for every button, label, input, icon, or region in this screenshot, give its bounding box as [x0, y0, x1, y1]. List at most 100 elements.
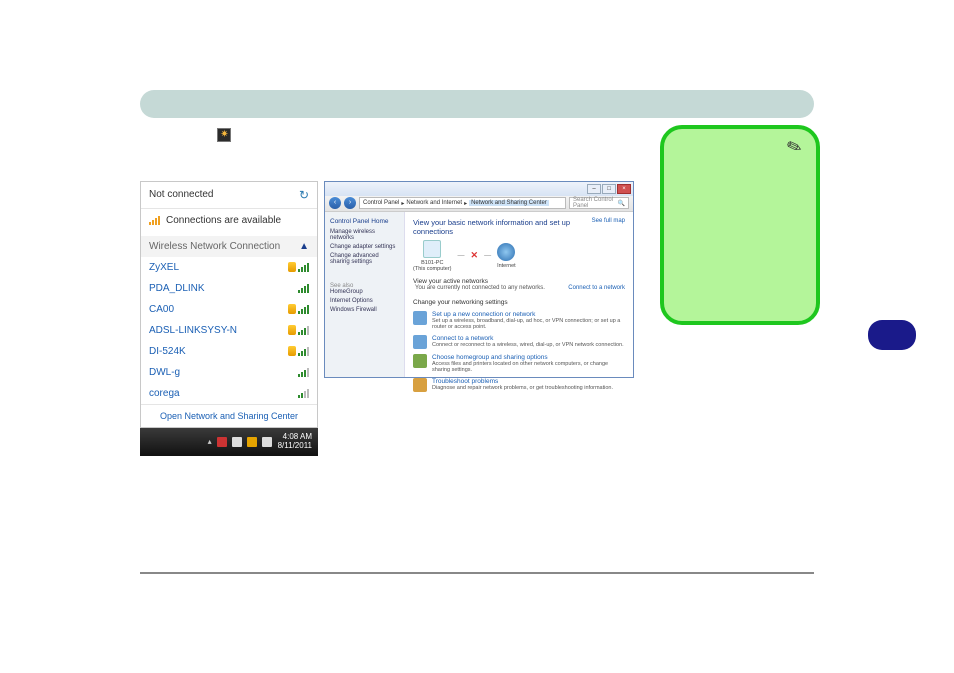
signal-icon	[298, 388, 309, 398]
flyout-status: Not connected	[149, 189, 214, 200]
address-bar-row: ‹ › Control Panel ▸ Network and Internet…	[325, 196, 633, 212]
refresh-icon[interactable]: ↻	[299, 188, 309, 202]
search-placeholder: Search Control Panel	[573, 197, 616, 209]
see-full-map-link[interactable]: See full map	[592, 218, 625, 224]
troubleshoot-icon	[413, 378, 427, 392]
maximize-button[interactable]: □	[602, 184, 616, 194]
signal-icon	[298, 304, 309, 314]
section-banner	[140, 90, 814, 118]
link-desc: Diagnose and repair network problems, or…	[432, 385, 613, 391]
map-dash: —	[484, 252, 491, 259]
signal-bars-icon	[149, 215, 160, 225]
link-title: Troubleshoot problems	[432, 378, 613, 385]
homegroup-icon	[413, 354, 427, 368]
troubleshoot-option[interactable]: Troubleshoot problemsDiagnose and repair…	[413, 378, 625, 392]
control-panel-main: See full map View your basic network inf…	[405, 212, 633, 377]
active-networks-head: View your active networks	[413, 278, 625, 285]
network-item[interactable]: CA00	[141, 299, 317, 320]
chevron-up-icon: ▲	[299, 241, 309, 252]
battery-icon[interactable]	[232, 437, 242, 447]
signal-icon	[298, 325, 309, 335]
lock-icon	[288, 325, 296, 335]
network-name: DWL-g	[149, 367, 180, 378]
network-item[interactable]: DI-524K	[141, 341, 317, 362]
signal-icon	[298, 262, 309, 272]
control-panel-sidebar: Control Panel Home Manage wireless netwo…	[325, 212, 405, 377]
search-input[interactable]: Search Control Panel 🔍	[569, 197, 629, 209]
pc-sublabel: (This computer)	[413, 266, 452, 272]
network-icon[interactable]	[247, 437, 257, 447]
network-item[interactable]: PDA_DLINK	[141, 278, 317, 299]
breadcrumb-segment: Network and Internet	[406, 200, 462, 206]
map-dash: —	[458, 252, 465, 259]
lock-icon	[288, 304, 296, 314]
signal-icon	[298, 346, 309, 356]
breadcrumb-segment-active: Network and Sharing Center	[469, 200, 549, 206]
connections-available: Connections are available	[141, 209, 317, 236]
taskbar: ▴ 4:08 AM 8/11/2011	[140, 428, 318, 456]
close-button[interactable]: ×	[617, 184, 631, 194]
footer-divider	[140, 572, 814, 574]
network-item[interactable]: corega	[141, 383, 317, 404]
signal-icon	[298, 367, 309, 377]
sidebar-link-sharing-settings[interactable]: Change advanced sharing settings	[330, 253, 399, 265]
network-sharing-center-window: – □ × ‹ › Control Panel ▸ Network and In…	[324, 181, 634, 378]
see-also-homegroup[interactable]: HomeGroup	[330, 289, 399, 295]
wireless-section-label: Wireless Network Connection	[149, 241, 280, 252]
pen-icon: ✎	[784, 135, 805, 160]
link-desc: Access files and printers located on oth…	[432, 361, 625, 373]
breadcrumb-sep: ▸	[401, 200, 404, 207]
action-center-icon[interactable]	[217, 437, 227, 447]
network-map: B101-PC (This computer) — ✕ — Internet	[413, 240, 625, 272]
connect-network-option[interactable]: Connect to a networkConnect or reconnect…	[413, 335, 625, 349]
change-settings-head: Change your networking settings	[413, 299, 625, 306]
available-label: Connections are available	[166, 215, 281, 226]
instr-suffix: ) in the notification area and click Ope…	[236, 129, 570, 141]
setup-connection-link[interactable]: Set up a new connection or networkSet up…	[413, 311, 625, 330]
homegroup-option[interactable]: Choose homegroup and sharing optionsAcce…	[413, 354, 625, 373]
window-titlebar: – □ ×	[325, 182, 633, 196]
network-name: ADSL-LINKSYSY-N	[149, 325, 237, 336]
wireless-section-header[interactable]: Wireless Network Connection ▲	[141, 236, 317, 257]
side-tab	[868, 320, 916, 350]
open-network-sharing-link[interactable]: Open Network and Sharing Center	[141, 404, 317, 427]
wireless-flyout: Not connected ↻ Connections are availabl…	[140, 181, 318, 428]
breadcrumb-segment: Control Panel	[363, 200, 399, 206]
connect-icon	[413, 335, 427, 349]
network-tray-star-icon	[217, 128, 231, 142]
clock-date: 8/11/2011	[278, 442, 312, 451]
sidebar-link-adapter-settings[interactable]: Change adapter settings	[330, 244, 399, 250]
see-also-internet-options[interactable]: Internet Options	[330, 298, 399, 304]
disconnected-x-icon: ✕	[471, 250, 479, 261]
sidebar-home-link[interactable]: Control Panel Home	[330, 218, 399, 225]
lock-icon	[288, 346, 296, 356]
signal-icon	[298, 283, 309, 293]
system-tray: ▴	[208, 437, 272, 447]
network-item[interactable]: ADSL-LINKSYSY-N	[141, 320, 317, 341]
link-desc: Connect or reconnect to a wireless, wire…	[432, 342, 624, 348]
lock-icon	[288, 262, 296, 272]
link-title: Set up a new connection or network	[432, 311, 625, 318]
network-item[interactable]: DWL-g	[141, 362, 317, 383]
sidebar-link-manage-wireless[interactable]: Manage wireless networks	[330, 229, 399, 241]
minimize-button[interactable]: –	[587, 184, 601, 194]
see-also-firewall[interactable]: Windows Firewall	[330, 307, 399, 313]
internet-globe-icon	[497, 243, 515, 261]
network-name: corega	[149, 388, 180, 399]
this-pc-icon	[423, 240, 441, 258]
network-name: ZyXEL	[149, 262, 179, 273]
connect-network-link[interactable]: Connect to a network	[568, 285, 625, 291]
link-title: Connect to a network	[432, 335, 624, 342]
setup-icon	[413, 311, 427, 325]
search-icon: 🔍	[618, 200, 625, 207]
forward-button[interactable]: ›	[344, 197, 356, 209]
volume-icon[interactable]	[262, 437, 272, 447]
back-button[interactable]: ‹	[329, 197, 341, 209]
network-name: CA00	[149, 304, 174, 315]
taskbar-clock[interactable]: 4:08 AM 8/11/2011	[278, 433, 312, 451]
breadcrumb[interactable]: Control Panel ▸ Network and Internet ▸ N…	[359, 197, 566, 209]
internet-label: Internet	[497, 263, 516, 269]
tray-chevron-icon[interactable]: ▴	[208, 437, 212, 446]
link-desc: Set up a wireless, broadband, dial-up, a…	[432, 318, 625, 330]
network-item[interactable]: ZyXEL	[141, 257, 317, 278]
